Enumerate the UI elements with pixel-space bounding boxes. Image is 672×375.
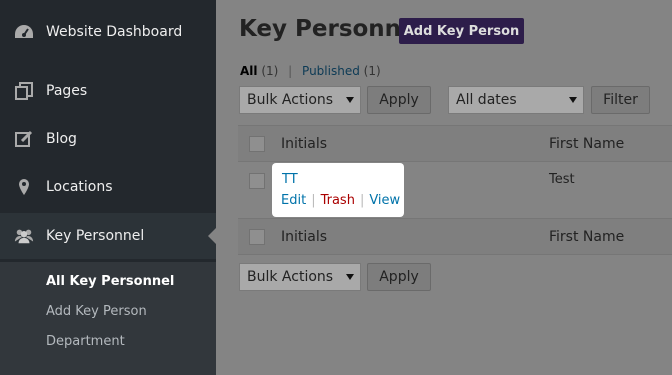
dates-filter-select[interactable]: All dates (448, 86, 584, 114)
bulk-actions-select-top[interactable]: Bulk Actions (239, 86, 361, 114)
edit-link[interactable]: Edit (281, 193, 306, 208)
column-header-first-name[interactable]: First Name (549, 136, 624, 152)
location-pin-icon (14, 177, 34, 197)
people-icon (14, 226, 34, 246)
column-footer-first-name[interactable]: First Name (549, 229, 624, 245)
page-title: Key Personnel (239, 16, 425, 42)
table-header-row: Initials First Name (238, 125, 672, 162)
dashboard-icon (14, 22, 34, 42)
chevron-down-icon (569, 97, 577, 103)
column-header-initials[interactable]: Initials (281, 136, 327, 152)
view-link[interactable]: View (369, 193, 400, 208)
status-filters: All (1) | Published (1) (240, 64, 381, 78)
action-separator: | (311, 193, 316, 208)
select-all-checkbox-footer[interactable] (249, 229, 265, 245)
admin-sidebar: Website Dashboard Pages Blog Locations K… (0, 0, 216, 375)
menu-item-locations[interactable]: Locations (0, 164, 216, 210)
menu-label: Pages (46, 83, 88, 99)
menu-label: Key Personnel (46, 228, 145, 244)
row-actions: Edit | Trash | View (281, 193, 400, 208)
apply-button-bottom[interactable]: Apply (367, 263, 431, 291)
select-all-checkbox[interactable] (249, 136, 265, 152)
action-separator: | (359, 193, 365, 208)
menu-item-key-personnel[interactable]: Key Personnel (0, 213, 216, 259)
chevron-down-icon (346, 97, 354, 103)
bulk-actions-select-bottom[interactable]: Bulk Actions (239, 263, 361, 291)
trash-link[interactable]: Trash (321, 193, 355, 208)
dates-filter-value: All dates (456, 92, 517, 108)
menu-label: Blog (46, 131, 77, 147)
filter-separator: | (288, 64, 293, 78)
bulk-actions-value: Bulk Actions (247, 92, 334, 108)
chevron-down-icon (346, 274, 354, 280)
menu-label: Locations (46, 179, 113, 195)
submenu-add-key-person[interactable]: Add Key Person (46, 304, 147, 319)
filter-published-count: (1) (363, 64, 381, 78)
row-title-link[interactable]: TT (282, 172, 298, 187)
pages-icon (14, 81, 34, 101)
filter-all-count: (1) (261, 64, 279, 78)
filter-published-link[interactable]: Published (302, 64, 360, 78)
column-footer-initials[interactable]: Initials (281, 229, 327, 245)
filter-button[interactable]: Filter (591, 86, 650, 114)
first-name-cell: Test (549, 172, 575, 187)
menu-item-blog[interactable]: Blog (0, 116, 216, 162)
key-personnel-submenu: All Key Personnel Add Key Person Departm… (0, 262, 216, 375)
bulk-actions-value: Bulk Actions (247, 269, 334, 285)
menu-item-pages[interactable]: Pages (0, 68, 216, 114)
filter-all-link[interactable]: All (240, 64, 258, 78)
edit-icon (14, 129, 34, 149)
menu-label: Website Dashboard (46, 24, 183, 40)
submenu-all-key-personnel[interactable]: All Key Personnel (46, 274, 174, 289)
menu-item-dashboard[interactable]: Website Dashboard (0, 9, 216, 55)
add-key-person-button[interactable]: Add Key Person (399, 18, 524, 44)
submenu-department[interactable]: Department (46, 334, 125, 349)
apply-button-top[interactable]: Apply (367, 86, 431, 114)
table-footer-row: Initials First Name (238, 218, 672, 255)
row-checkbox[interactable] (249, 173, 265, 189)
current-menu-arrow (208, 228, 216, 244)
